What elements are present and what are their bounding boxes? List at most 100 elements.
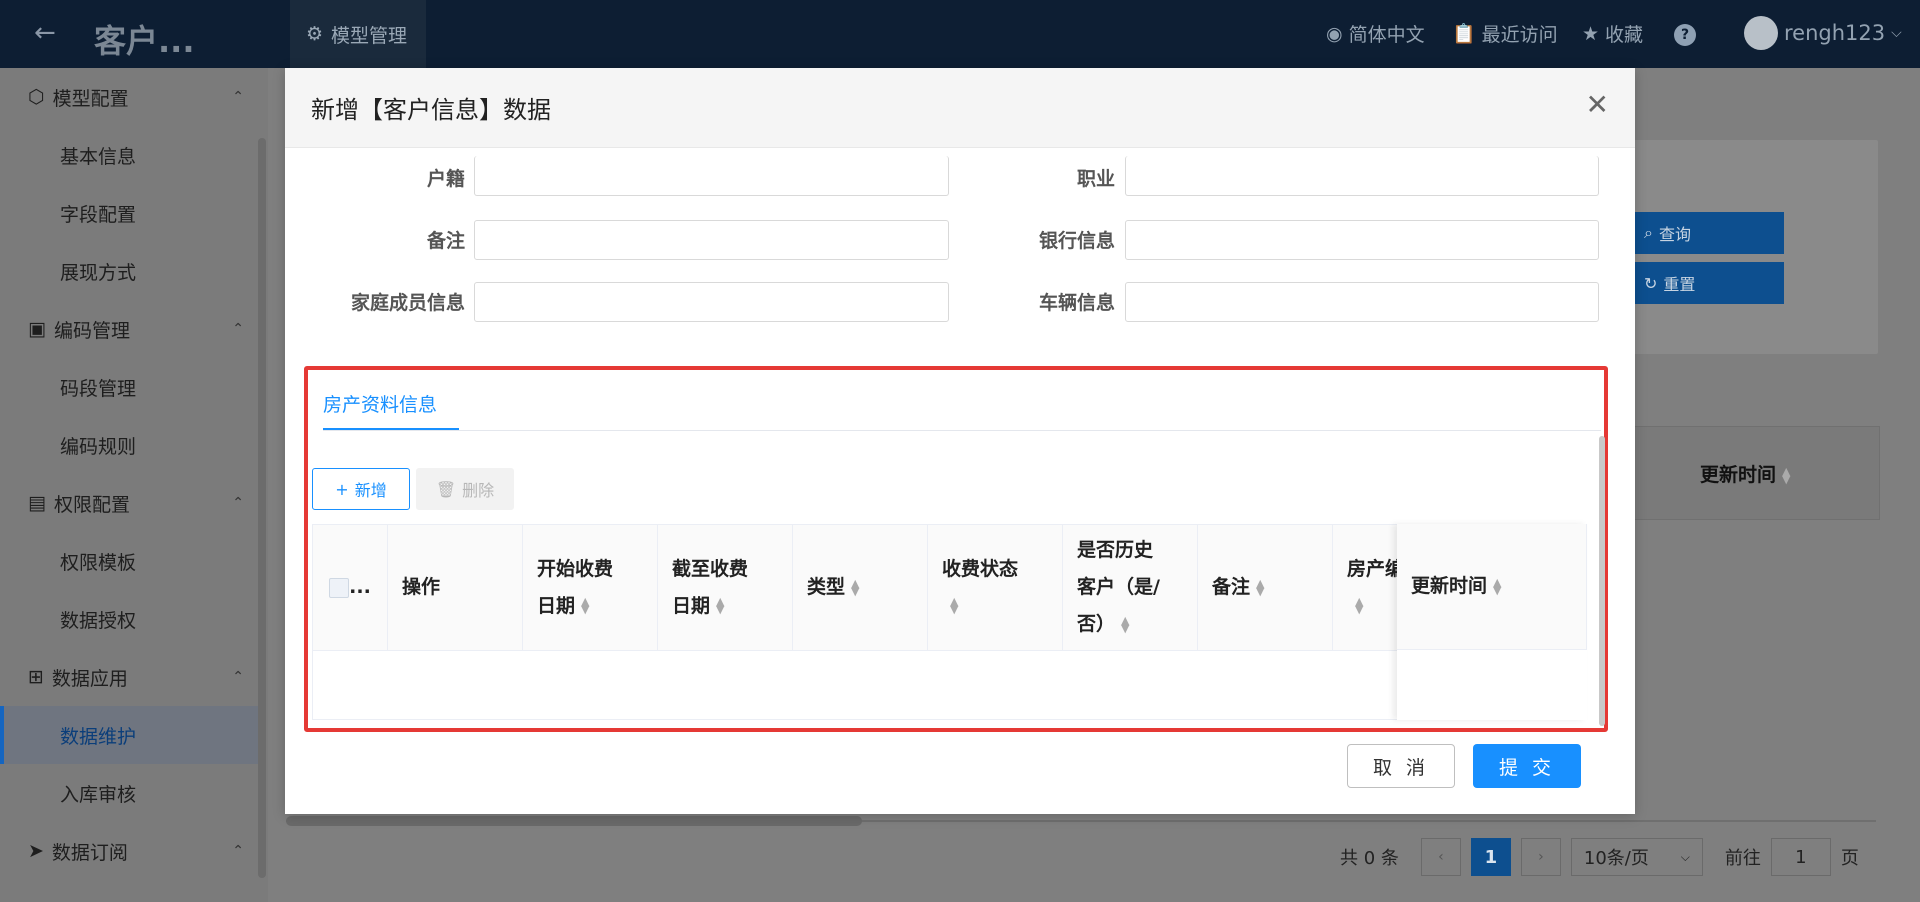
page-size-select[interactable]: 10条/页 ⌵ <box>1570 838 1703 876</box>
prev-page-button[interactable]: ‹ <box>1420 838 1461 876</box>
dialog-scrollbar[interactable] <box>1599 436 1605 726</box>
sidebar-group-label: 模型配置 <box>52 87 129 110</box>
chevron-up-icon: ⌃ <box>232 669 244 685</box>
next-page-button[interactable]: › <box>1520 838 1561 876</box>
column-header-remark[interactable]: 备注 ▲ ▼ <box>1198 525 1333 651</box>
language-label: 简体中文 <box>1348 24 1425 46</box>
column-header-operation: 操作 <box>388 525 523 651</box>
recent-visits[interactable]: 📋 最近访问 <box>1452 20 1558 47</box>
sidebar-item-code-rules[interactable]: 编码规则 <box>0 416 258 474</box>
dialog-title: 新增【客户信息】数据 <box>311 96 551 124</box>
sidebar-group-model-config[interactable]: ⬡ 模型配置 ⌃ <box>0 68 258 126</box>
column-header-start-date[interactable]: 开始收费 日期 ▲ ▼ <box>523 525 658 651</box>
page-number-current[interactable]: 1 <box>1470 838 1511 876</box>
close-icon[interactable]: ✕ <box>1586 88 1609 121</box>
reset-button[interactable]: ↻ 重置 <box>1634 262 1784 304</box>
tab-model-management[interactable]: ⚙ 模型管理 <box>290 0 426 68</box>
column-header-type[interactable]: 类型 ▲ ▼ <box>793 525 928 651</box>
gear-icon: ⚙ <box>306 23 324 45</box>
sidebar-group-permission-config[interactable]: ▤ 权限配置 ⌃ <box>0 474 258 532</box>
dialog-header: 新增【客户信息】数据 ✕ <box>285 68 1635 148</box>
sort-icon[interactable]: ▲ ▼ <box>1121 615 1129 634</box>
label-zhiye: 职业 <box>1076 168 1115 190</box>
huji-input[interactable] <box>474 156 949 196</box>
submit-button[interactable]: 提 交 <box>1473 744 1581 788</box>
favorites[interactable]: ★ 收藏 <box>1582 20 1643 47</box>
user-menu[interactable]: rengh123 ⌵ <box>1744 16 1902 50</box>
sort-icon[interactable]: ▲ ▼ <box>1493 577 1501 596</box>
cancel-button[interactable]: 取 消 <box>1347 744 1455 788</box>
tab-bar-baseline <box>323 430 1601 431</box>
column-header-end-date[interactable]: 截至收费 日期 ▲ ▼ <box>658 525 793 651</box>
favorites-label: 收藏 <box>1605 24 1644 46</box>
property-table: ... 操作 开始收费 日期 ▲ ▼ 截至收费 日期 ▲ ▼ 类型 ▲ ▼ 收费状态 ▲ ▼ 是否历… <box>312 524 1586 720</box>
username: rengh123 <box>1784 21 1886 45</box>
add-row-button[interactable]: + 新增 <box>312 468 410 510</box>
sidebar-group-data-subscription[interactable]: ➤ 数据订阅 ⌃ <box>0 822 258 880</box>
label-cheliang: 车辆信息 <box>1038 292 1115 314</box>
query-button[interactable]: ⌕ 查询 <box>1634 212 1784 254</box>
zhiye-input[interactable] <box>1125 156 1599 196</box>
chevron-down-icon: ⌵ <box>1891 25 1902 41</box>
sidebar-item-field-config[interactable]: 字段配置 <box>0 184 258 242</box>
plus-icon: + <box>335 479 349 499</box>
jiating-input[interactable] <box>474 282 949 322</box>
sidebar-group-label: 权限配置 <box>53 493 130 516</box>
send-icon: ➤ <box>28 840 44 862</box>
chevron-up-icon: ⌃ <box>232 843 244 859</box>
tab-property-info[interactable]: 房产资料信息 <box>323 390 437 417</box>
top-header: ← 客户... ⚙ 模型管理 ◉ 简体中文 📋 最近访问 ★ 收藏 ? reng… <box>0 0 1920 68</box>
lock-icon: ▤ <box>28 492 46 514</box>
clipboard-icon: 📋 <box>1452 23 1476 45</box>
sidebar-item-data-maintenance[interactable]: 数据维护 <box>0 706 258 764</box>
goto-page-input[interactable]: 1 <box>1770 838 1831 876</box>
chevron-up-icon: ⌃ <box>232 495 244 511</box>
sidebar-group-label: 数据订阅 <box>51 841 128 864</box>
back-arrow-icon[interactable]: ← <box>34 18 56 48</box>
recent-label: 最近访问 <box>1481 24 1558 46</box>
cube-icon: ⬡ <box>28 86 45 108</box>
chevron-up-icon: ⌃ <box>232 321 244 337</box>
beizhu-input[interactable] <box>474 220 949 260</box>
help-icon[interactable]: ? <box>1674 24 1696 46</box>
column-header-history-customer[interactable]: 是否历史 客户（是/否） ▲ ▼ <box>1063 525 1198 651</box>
sidebar-item-storage-review[interactable]: 入库审核 <box>0 764 258 822</box>
language-switch[interactable]: ◉ 简体中文 <box>1326 20 1425 47</box>
sidebar-scrollbar[interactable] <box>258 138 266 878</box>
apps-icon: ⊞ <box>28 666 44 688</box>
sidebar-item-data-authorization[interactable]: 数据授权 <box>0 590 258 648</box>
app-title: 客户... <box>94 22 195 60</box>
sidebar-item-permission-template[interactable]: 权限模板 <box>0 532 258 590</box>
select-all-header[interactable]: ... <box>313 525 388 651</box>
horizontal-scrollbar[interactable] <box>286 816 862 826</box>
sidebar-group-code-management[interactable]: ▣ 编码管理 ⌃ <box>0 300 258 358</box>
delete-row-button[interactable]: 🗑 删除 <box>416 468 514 510</box>
trash-icon: 🗑 <box>435 479 457 499</box>
search-icon: ⌕ <box>1644 223 1653 242</box>
column-header-update-time[interactable]: 更新时间 ▲ ▼ <box>1397 524 1587 650</box>
sort-icon[interactable]: ▲ ▼ <box>1256 578 1264 597</box>
sidebar-group-label: 编码管理 <box>53 319 130 342</box>
sort-icon[interactable]: ▲ ▼ <box>581 596 589 615</box>
sidebar-group-data-application[interactable]: ⊞ 数据应用 ⌃ <box>0 648 258 706</box>
sidebar-item-display-mode[interactable]: 展现方式 <box>0 242 258 300</box>
chevron-down-icon: ⌵ <box>1680 849 1690 864</box>
language-icon: ◉ <box>1326 22 1343 45</box>
avatar <box>1744 16 1778 50</box>
sort-icon[interactable]: ▲ ▼ <box>716 596 724 615</box>
column-header-charge-status[interactable]: 收费状态 ▲ ▼ <box>928 525 1063 651</box>
app-root: ← 客户... ⚙ 模型管理 ◉ 简体中文 📋 最近访问 ★ 收藏 ? reng… <box>0 0 1920 902</box>
sort-icon[interactable]: ▲ ▼ <box>1355 596 1363 615</box>
label-yinhang: 银行信息 <box>1038 230 1115 252</box>
sort-icon[interactable]: ▲ ▼ <box>950 596 958 615</box>
sort-icon[interactable]: ▲ ▼ <box>851 578 859 597</box>
sidebar-item-basic-info[interactable]: 基本信息 <box>0 126 258 184</box>
sort-icon[interactable]: ▲ ▼ <box>1782 466 1790 485</box>
select-all-checkbox[interactable] <box>329 577 350 598</box>
yinhang-input[interactable] <box>1125 220 1599 260</box>
background-update-time-header: 更新时间 ▲ ▼ <box>1700 464 1791 486</box>
sidebar-item-code-segment[interactable]: 码段管理 <box>0 358 258 416</box>
cheliang-input[interactable] <box>1125 282 1599 322</box>
goto-label: 前往 <box>1724 848 1761 869</box>
pagination: 共 0 条 ‹ 1 › 10条/页 ⌵ 前往 1 页 <box>1340 838 1859 876</box>
